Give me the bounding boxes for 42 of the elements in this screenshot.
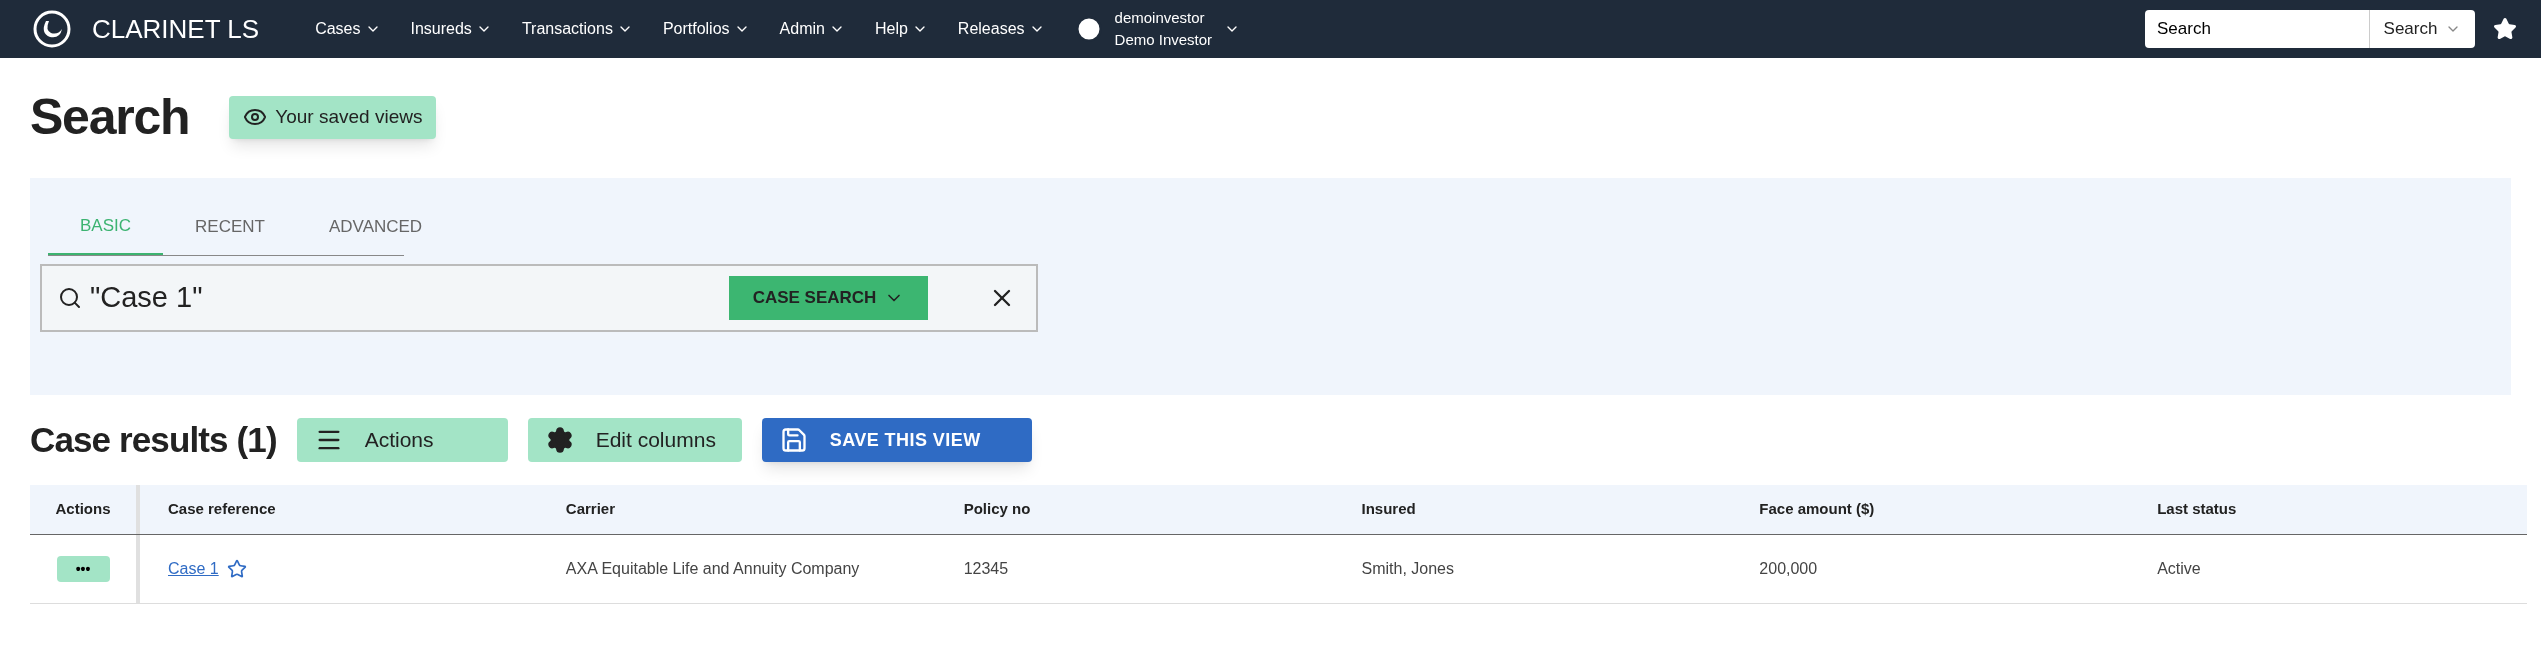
settings-icon <box>545 426 574 454</box>
nav-menu[interactable]: Transactions <box>521 17 633 41</box>
column-header: Actions <box>55 499 111 520</box>
user-menu[interactable]: demoinvestor Demo Investor <box>1074 7 1241 51</box>
search-tab[interactable]: ADVANCED <box>296 198 455 255</box>
row-actions-button[interactable]: ••• <box>56 556 110 582</box>
table-cell-text: AXA Equitable Life and Annuity Company <box>565 559 860 579</box>
save-view-button[interactable]: SAVE THIS VIEW <box>761 418 1032 462</box>
edit-columns-button[interactable]: Edit columns <box>527 418 742 462</box>
column-header: Case reference <box>168 499 276 520</box>
column-header: Carrier <box>565 499 616 520</box>
results-title: Case results (1) <box>30 418 277 461</box>
search-scope-dropdown[interactable]: Search <box>2369 10 2475 48</box>
page-title: Search <box>30 87 190 147</box>
nav-menu[interactable]: Insureds <box>410 17 492 41</box>
search-icon <box>58 286 82 310</box>
column-header: Policy no <box>963 499 1031 520</box>
search-tab[interactable]: RECENT <box>163 198 297 255</box>
actions-button[interactable]: Actions <box>296 418 508 462</box>
app-name: CLARINET LS <box>92 12 260 46</box>
nav-menu[interactable]: Releases <box>957 17 1045 41</box>
table-cell-text: Smith, Jones <box>1361 559 1454 579</box>
star-icon[interactable] <box>226 559 247 579</box>
table-cell-text: 12345 <box>963 559 1009 579</box>
nav-menu[interactable]: Cases <box>315 17 381 41</box>
username: demoinvestor <box>1114 8 1205 28</box>
user-display-name: Demo Investor <box>1114 30 1213 50</box>
nav-menu[interactable]: Admin <box>779 17 845 41</box>
table-cell-text: Active <box>2157 559 2201 579</box>
global-search-field[interactable]: Search <box>2145 10 2369 48</box>
nav-menu[interactable]: Help <box>874 17 928 41</box>
table-cell-text: 200,000 <box>1759 559 1818 579</box>
logo-icon <box>32 9 72 49</box>
column-header: Last status <box>2157 499 2237 520</box>
saved-views-button[interactable]: Your saved views <box>229 95 437 139</box>
column-header: Face amount ($) <box>1759 499 1875 520</box>
case-link[interactable]: Case 1 <box>168 557 219 581</box>
search-field[interactable]: "Case 1" CASE SEARCH <box>40 264 1038 332</box>
search-query: "Case 1" <box>90 280 203 316</box>
search-mode-dropdown[interactable]: CASE SEARCH <box>729 276 928 320</box>
nav-menu[interactable]: Portfolios <box>662 17 750 41</box>
column-header: Insured <box>1361 499 1416 520</box>
